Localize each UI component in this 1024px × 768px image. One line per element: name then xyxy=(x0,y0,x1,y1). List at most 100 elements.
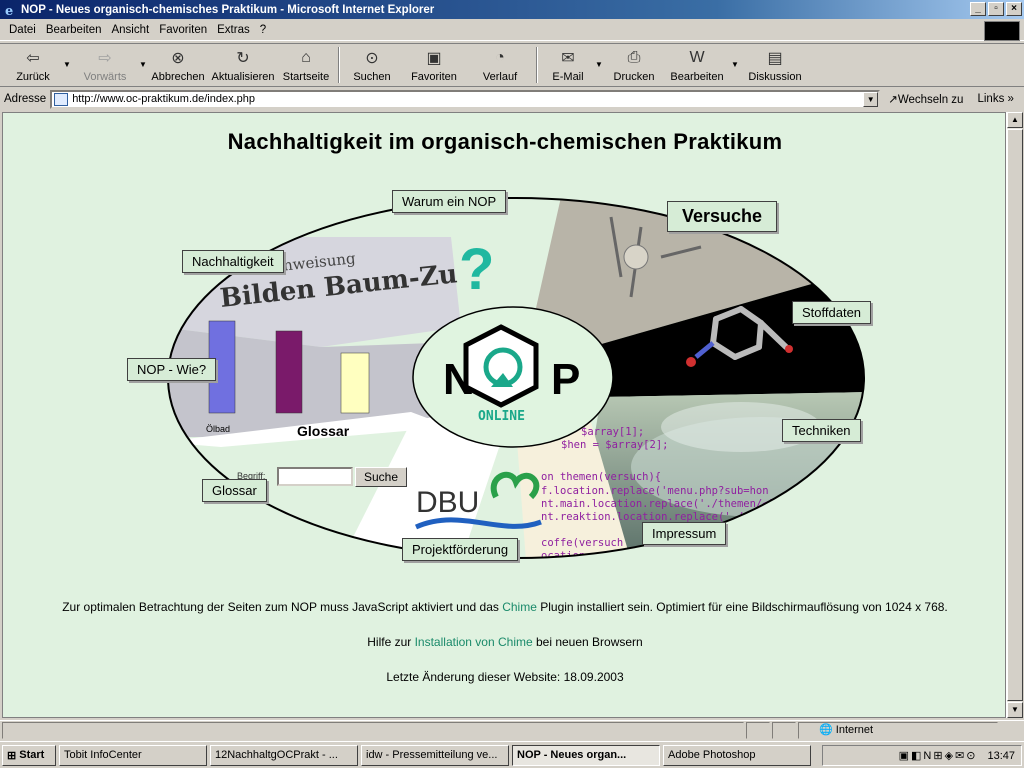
menu-bearbeiten[interactable]: Bearbeiten xyxy=(41,24,107,36)
system-tray: ▣◧N⊞◈✉⊙ 13:47 xyxy=(822,745,1022,766)
impressum-link[interactable]: Impressum xyxy=(642,522,727,545)
print-icon: ⎙ xyxy=(627,49,641,66)
nop-wie-link[interactable]: NOP - Wie? xyxy=(127,358,217,381)
status-message xyxy=(2,722,744,739)
status-panel xyxy=(746,722,770,739)
security-zone: 🌐 Internet xyxy=(798,722,998,739)
address-label: Adresse xyxy=(4,93,47,105)
stoffdaten-link[interactable]: Stoffdaten xyxy=(792,301,872,324)
menu-help[interactable]: ? xyxy=(255,24,271,36)
svg-text:$array[1];: $array[1]; xyxy=(581,426,644,438)
task-nop-browser[interactable]: NOP - Neues organ... xyxy=(512,744,660,766)
chime-install-link[interactable]: Installation von Chime xyxy=(415,635,533,649)
search-button[interactable]: ⊙ Suchen xyxy=(344,44,400,86)
chart-bar-2 xyxy=(275,330,303,414)
browser-window: e NOP - Neues organisch-chemisches Prakt… xyxy=(0,0,1024,768)
nachhaltigkeit-link[interactable]: Nachhaltigkeit xyxy=(182,250,284,273)
menu-datei[interactable]: Datei xyxy=(4,24,41,36)
start-button[interactable]: ⊞ Start xyxy=(2,744,56,766)
close-button[interactable]: × xyxy=(1006,2,1022,16)
task-tobit[interactable]: Tobit InfoCenter xyxy=(59,744,207,766)
svg-text:on themen(versuch){: on themen(versuch){ xyxy=(541,471,661,483)
address-url: http://www.oc-praktikum.de/index.php xyxy=(72,93,255,105)
mail-icon: ✉ xyxy=(561,50,575,67)
edit-dropdown-button[interactable]: ▼ xyxy=(730,44,740,69)
glossar-search-button[interactable]: Suche xyxy=(355,467,407,487)
forward-button[interactable]: ⇨ Vorwärts xyxy=(72,44,138,86)
email-button[interactable]: ✉ E-Mail xyxy=(542,44,594,86)
clock[interactable]: 13:47 xyxy=(987,750,1015,762)
history-icon: ◔ xyxy=(495,49,505,66)
last-modified: Letzte Änderung dieser Website: 18.09.20… xyxy=(386,670,624,684)
menu-favoriten[interactable]: Favoriten xyxy=(154,24,212,36)
forward-arrow-icon: ⇨ xyxy=(98,50,112,67)
windows-logo-icon: ⊞ xyxy=(7,749,20,762)
warum-nop-link[interactable]: Warum ein NOP xyxy=(392,190,507,213)
page-footer: Zur optimalen Betrachtung der Seiten zum… xyxy=(3,599,1005,704)
email-dropdown-button[interactable]: ▼ xyxy=(594,44,604,69)
discussion-button[interactable]: ▤ Diskussion xyxy=(740,44,810,86)
history-button[interactable]: ◔ Verlauf xyxy=(468,44,532,86)
toolbar-separator xyxy=(338,47,340,83)
chime-link[interactable]: Chime xyxy=(502,600,537,614)
address-input[interactable]: http://www.oc-praktikum.de/index.php ▼ xyxy=(50,89,881,109)
glossar-search-input[interactable] xyxy=(277,467,353,486)
glossar-heading: Glossar xyxy=(297,423,350,439)
refresh-button[interactable]: ↻ Aktualisieren xyxy=(208,44,278,86)
dbu-logo: DBU xyxy=(416,486,479,519)
print-button[interactable]: ⎙ Drucken xyxy=(604,44,664,86)
back-button[interactable]: ⇦ Zurück xyxy=(4,44,62,86)
taskbar: ⊞ Start Tobit InfoCenter 12NachhaltgOCPr… xyxy=(0,741,1024,768)
ie-logo-icon: e xyxy=(5,4,13,17)
page-icon xyxy=(54,92,69,106)
windows-flag-icon xyxy=(984,21,1020,41)
address-dropdown-button[interactable]: ▼ xyxy=(863,91,879,107)
stop-icon: ⊗ xyxy=(171,50,185,67)
svg-text:$hen = $array[2];: $hen = $array[2]; xyxy=(561,439,668,451)
title-bar: e NOP - Neues organisch-chemisches Prakt… xyxy=(0,0,1024,19)
menu-ansicht[interactable]: Ansicht xyxy=(106,24,154,36)
edit-icon: W xyxy=(689,49,705,66)
forward-dropdown-button[interactable]: ▼ xyxy=(138,44,148,69)
back-arrow-icon: ⇦ xyxy=(26,50,40,67)
tray-icons[interactable]: ▣◧N⊞◈✉⊙ xyxy=(899,749,978,762)
toolbar: ⇦ Zurück ▼ ⇨ Vorwärts ▼ ⊗ Abbrechen ↻ Aktual… xyxy=(0,43,1024,87)
glossar-link[interactable]: Glossar xyxy=(202,479,267,502)
window-title: NOP - Neues organisch-chemisches Praktik… xyxy=(21,3,435,16)
svg-text:coffe(versuch: coffe(versuch xyxy=(541,537,623,549)
menu-extras[interactable]: Extras xyxy=(212,24,255,36)
projektfoerderung-link[interactable]: Projektförderung xyxy=(402,538,519,561)
links-button[interactable]: Links » xyxy=(977,93,1013,105)
toolbar-separator xyxy=(536,47,538,83)
footer-line-1: Zur optimalen Betrachtung der Seiten zum… xyxy=(62,600,948,614)
scroll-up-button[interactable]: ▲ xyxy=(1007,112,1023,128)
svg-text:nt.main.location.replace('./th: nt.main.location.replace('./themen/<?p xyxy=(541,498,781,510)
maximize-button[interactable]: ▫ xyxy=(988,2,1004,16)
scroll-down-button[interactable]: ▼ xyxy=(1007,702,1023,718)
task-idw[interactable]: idw - Pressemitteilung ve... xyxy=(361,744,509,766)
home-icon: ⌂ xyxy=(301,49,311,66)
status-panel xyxy=(772,722,796,739)
status-bar: 🌐 Internet xyxy=(0,720,1024,740)
favorites-button[interactable]: ▣ Favoriten xyxy=(400,44,468,86)
task-photoshop[interactable]: Adobe Photoshop xyxy=(663,744,811,766)
stop-button[interactable]: ⊗ Abbrechen xyxy=(148,44,208,86)
scroll-thumb[interactable] xyxy=(1007,129,1023,701)
vertical-scrollbar[interactable]: ▲ ▼ xyxy=(1006,112,1023,718)
chart-bar-3 xyxy=(340,352,370,414)
back-dropdown-button[interactable]: ▼ xyxy=(62,44,72,69)
edit-button[interactable]: W Bearbeiten xyxy=(664,44,730,86)
techniken-link[interactable]: Techniken xyxy=(782,419,861,442)
minimize-button[interactable]: _ xyxy=(970,2,986,16)
svg-text:ONLINE: ONLINE xyxy=(478,409,525,424)
address-bar: Adresse http://www.oc-praktikum.de/index… xyxy=(0,88,1024,110)
globe-icon: 🌐 xyxy=(819,724,836,736)
question-mark-icon[interactable]: ? xyxy=(459,237,494,302)
task-word-doc[interactable]: 12NachhaltgOCPrakt - ... xyxy=(210,744,358,766)
versuche-link[interactable]: Versuche xyxy=(667,201,778,232)
page-title: Nachhaltigkeit im organisch-chemischen P… xyxy=(227,129,783,154)
home-button[interactable]: ⌂ Startseite xyxy=(278,44,334,86)
go-button[interactable]: ↗Wechseln zu xyxy=(888,92,963,106)
svg-text:f.location.replace('menu.php?s: f.location.replace('menu.php?sub=hon xyxy=(541,485,769,497)
refresh-icon: ↻ xyxy=(236,50,250,67)
